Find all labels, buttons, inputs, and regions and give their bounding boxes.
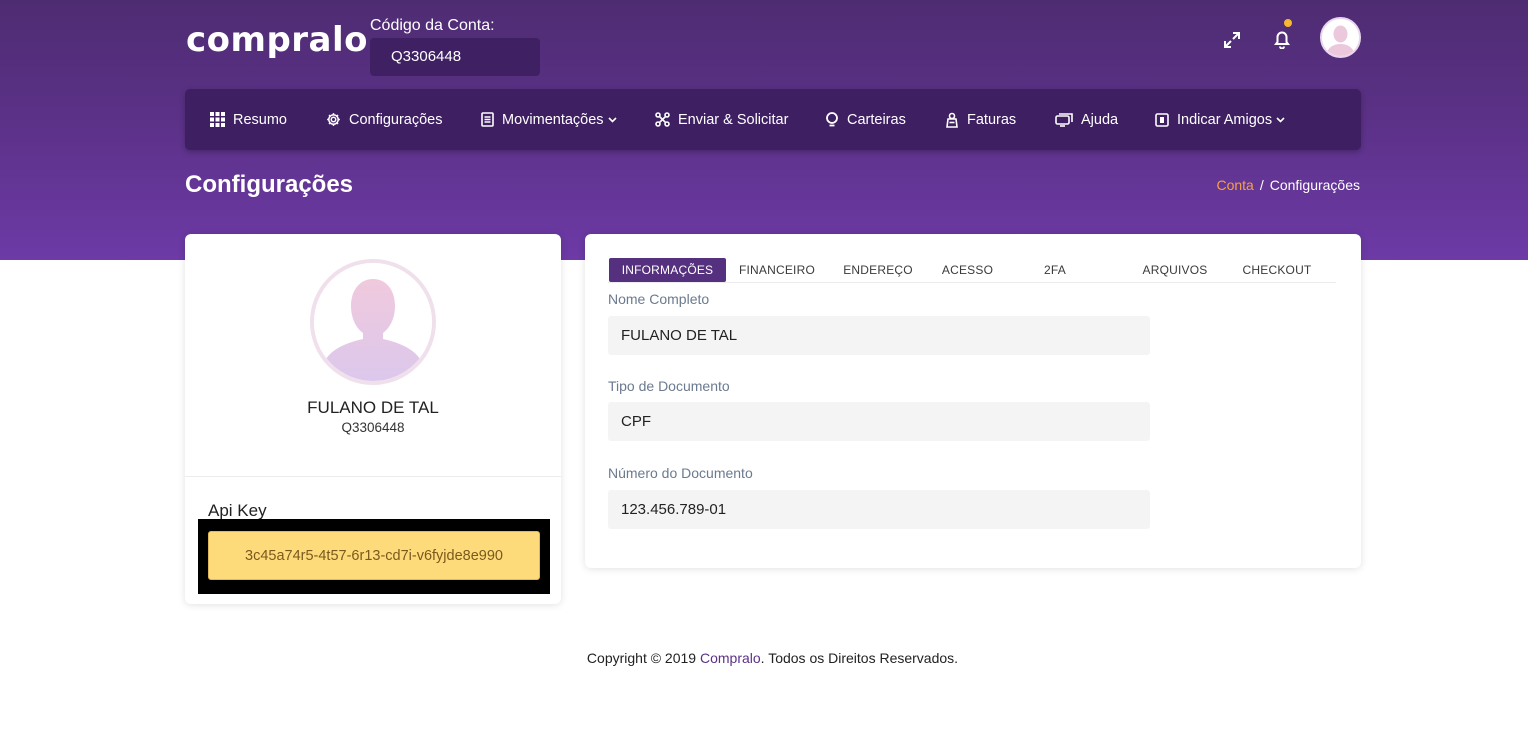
nav-label: Carteiras <box>847 111 906 128</box>
profile-card: FULANO DE TAL Q3306448 Api Key 3c45a74r5… <box>185 234 561 604</box>
chevron-down-icon <box>1276 116 1285 123</box>
document-type-field[interactable]: CPF <box>608 402 1150 441</box>
nav-item-ajuda[interactable]: Ajuda <box>1055 89 1118 150</box>
nav-label: Indicar Amigos <box>1177 111 1273 128</box>
invoice-icon <box>946 112 958 128</box>
tab-underline <box>608 282 1336 283</box>
gear-icon <box>327 113 340 126</box>
tab-endereco[interactable]: ENDEREÇO <box>830 258 926 282</box>
document-icon <box>481 112 494 127</box>
bell-icon[interactable] <box>1270 26 1294 52</box>
account-code-value: Q3306448 <box>370 38 540 76</box>
nav-label: Ajuda <box>1081 111 1119 128</box>
tab-arquivos[interactable]: ARQUIVOS <box>1130 258 1220 282</box>
api-key-label: Api Key <box>208 501 267 520</box>
tab-2fa[interactable]: 2FA <box>1015 258 1095 282</box>
breadcrumb-link-conta[interactable]: Conta <box>1216 177 1253 193</box>
nav-item-resumo[interactable]: Resumo <box>210 89 287 150</box>
document-type-label: Tipo de Documento <box>608 378 730 394</box>
breadcrumb: Conta / Configurações <box>1216 177 1360 193</box>
nav-item-enviar-solicitar[interactable]: Enviar & Solicitar <box>655 89 788 150</box>
breadcrumb-separator: / <box>1259 177 1264 193</box>
nav-item-indicar-amigos[interactable]: Indicar Amigos <box>1155 89 1285 150</box>
api-key-field[interactable]: 3c45a74r5-4t57-6r13-cd7i-v6fyjde8e990 <box>208 531 540 580</box>
chevron-down-icon <box>607 116 617 123</box>
profile-account-code: Q3306448 <box>341 420 405 435</box>
footer-prefix: Copyright © 2019 <box>586 650 700 666</box>
profile-name: FULANO DE TAL <box>307 398 439 417</box>
expand-icon[interactable] <box>1220 28 1244 52</box>
nav-label: Configurações <box>349 111 443 128</box>
nav-item-movimentacoes[interactable]: Movimentações <box>481 89 617 150</box>
exchange-icon <box>655 112 670 127</box>
nav-label: Resumo <box>233 111 287 128</box>
help-icon <box>1055 112 1073 127</box>
tab-informacoes[interactable]: INFORMAÇÕES <box>609 258 726 282</box>
breadcrumb-current: Configurações <box>1269 177 1360 193</box>
full-name-field[interactable]: FULANO DE TAL <box>608 316 1150 355</box>
tab-acesso[interactable]: ACESSO <box>930 258 1005 282</box>
nav-item-faturas[interactable]: Faturas <box>945 89 1016 150</box>
gift-icon <box>1155 112 1169 127</box>
grid-icon <box>210 112 225 127</box>
document-number-field[interactable]: 123.456.789-01 <box>608 490 1150 529</box>
card-divider <box>185 476 561 477</box>
tab-financeiro[interactable]: FINANCEIRO <box>730 258 824 282</box>
nav-label: Enviar & Solicitar <box>678 111 789 128</box>
footer-suffix: . Todos os Direitos Reservados. <box>760 650 959 666</box>
document-number-label: Número do Documento <box>608 465 753 481</box>
footer-brand-link[interactable]: Compralo <box>700 650 761 666</box>
nav-label: Faturas <box>967 111 1017 128</box>
compralo-logo[interactable]: compralo <box>186 20 368 60</box>
user-avatar[interactable] <box>1320 17 1361 58</box>
footer-copyright: Copyright © 2019 Compralo. Todos os Dire… <box>0 650 1528 666</box>
api-key-highlight-frame: 3c45a74r5-4t57-6r13-cd7i-v6fyjde8e990 <box>198 519 550 594</box>
nav-item-configuracoes[interactable]: Configurações <box>326 89 443 150</box>
page-title: Configurações <box>185 171 354 198</box>
wallet-icon <box>826 112 838 127</box>
account-code-label: Código da Conta: <box>370 17 495 34</box>
notification-dot <box>1284 19 1292 27</box>
nav-label: Movimentações <box>502 111 604 128</box>
settings-card: INFORMAÇÕES FINANCEIRO ENDEREÇO ACESSO 2… <box>585 234 1361 568</box>
profile-avatar <box>310 259 436 385</box>
main-navbar: Resumo Configurações Movimentações Envia… <box>185 89 1361 150</box>
nav-item-carteiras[interactable]: Carteiras <box>825 89 906 150</box>
full-name-label: Nome Completo <box>608 291 710 307</box>
tab-checkout[interactable]: CHECKOUT <box>1233 258 1321 282</box>
